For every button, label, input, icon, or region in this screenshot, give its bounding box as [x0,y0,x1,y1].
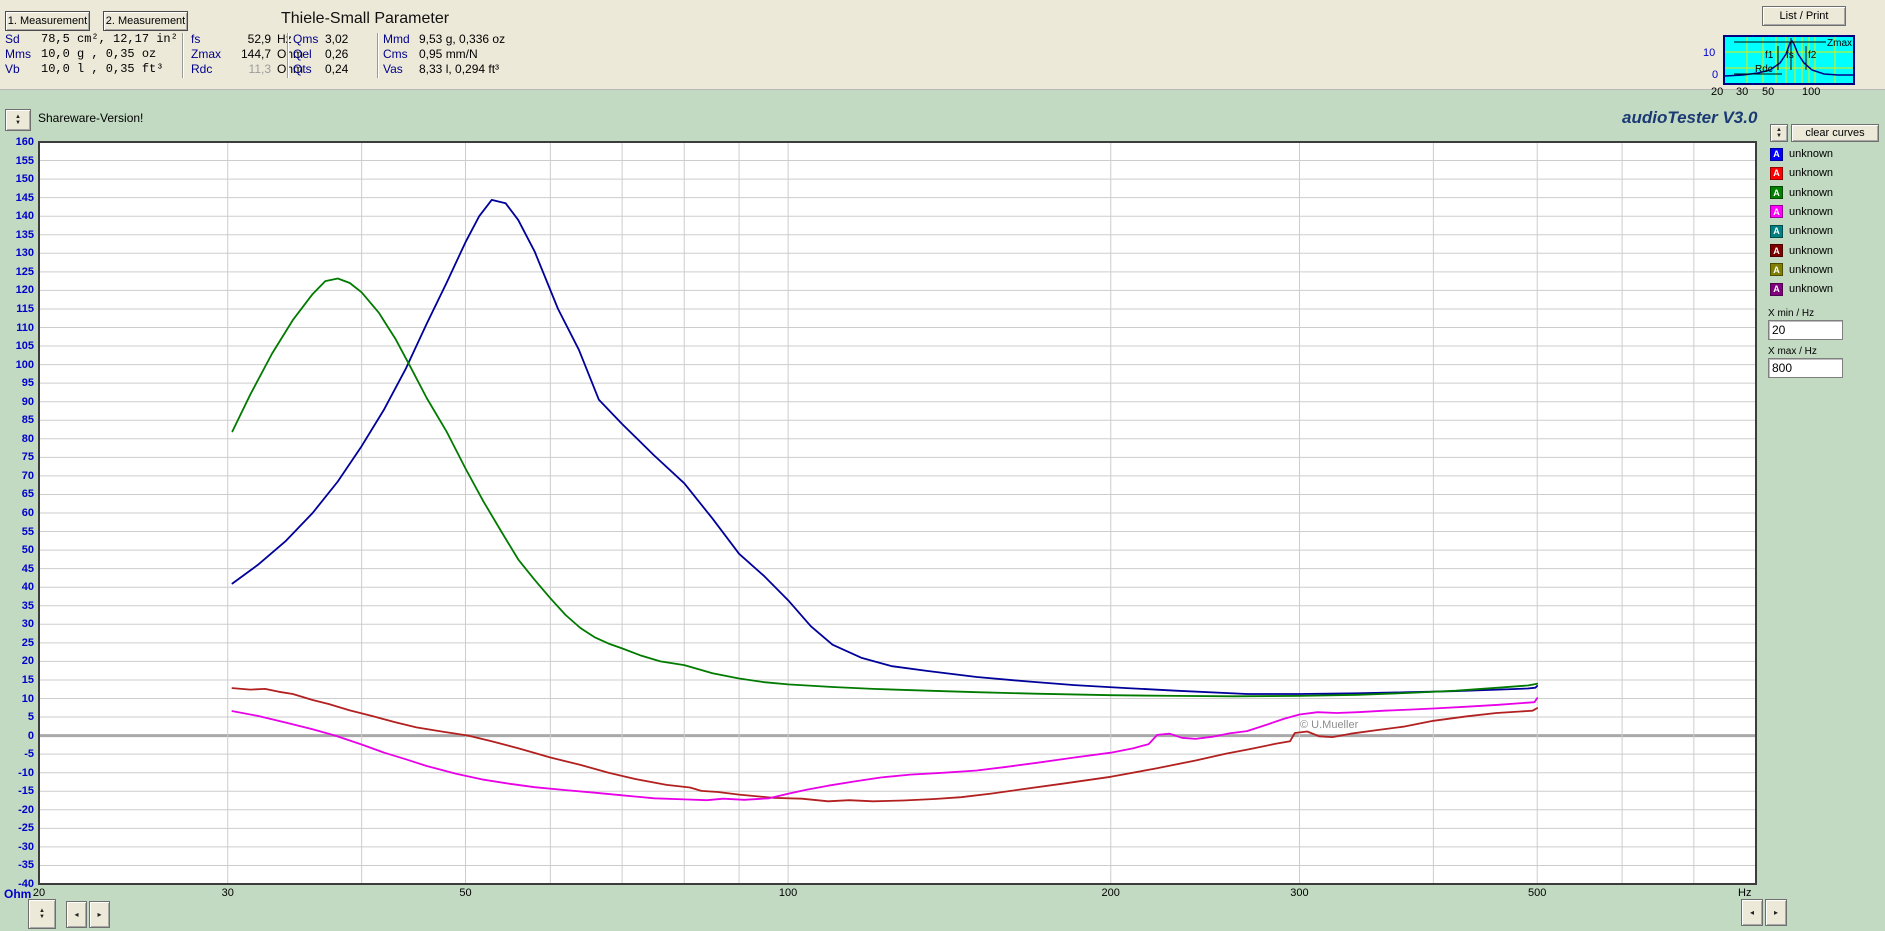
y-axis-label: 100 [15,358,34,371]
y-axis-label: 150 [15,173,34,186]
legend-item[interactable]: Aunknown [1770,185,1833,201]
spinner-down-icon[interactable]: ▼ [39,914,45,920]
y-axis-label: 55 [21,525,34,538]
copyright-note: © U.Mueller [1300,719,1359,731]
xmin-input[interactable] [1768,320,1843,340]
legend-label: unknown [1789,186,1834,199]
clear-curves-button[interactable]: clear curves [1791,124,1879,142]
scroll-right-button-right[interactable]: ▸ [1765,899,1787,926]
scroll-left-button-right[interactable]: ◂ [1741,899,1763,926]
y-axis-label: 75 [21,451,34,464]
x-axis-label: 30 [221,887,234,899]
y-axis-label: -15 [18,785,34,798]
legend-label: unknown [1789,244,1834,257]
curve-color-icon: A [1770,224,1783,238]
arrow-left-icon: ◂ [74,909,79,919]
y-axis-label: -5 [24,748,34,761]
x-axis-unit-label: Hz [1738,887,1752,899]
xmax-label: X max / Hz [1768,346,1817,357]
y-axis-label: 65 [21,488,34,501]
scroll-left-button[interactable]: ◂ [66,901,87,928]
y-axis-label: 35 [21,599,34,612]
y-axis-label: 90 [21,395,34,408]
y-axis-label: -35 [18,859,34,872]
y-axis-label: 125 [15,265,34,278]
scroll-right-button[interactable]: ▸ [89,901,110,928]
curve-color-icon: A [1770,186,1783,200]
legend-label: unknown [1789,205,1834,218]
y-axis-label: 140 [15,210,34,223]
x-axis-label: 300 [1290,887,1309,899]
legend-label: unknown [1789,263,1834,276]
y-axis-label: 5 [27,711,34,724]
y-axis-label: 130 [15,247,34,260]
y-axis-label: 105 [15,340,34,353]
y-axis-label: 120 [15,284,34,297]
y-offset-spinner[interactable]: ▲ ▼ [28,899,56,929]
xmin-label: X min / Hz [1768,308,1815,319]
legend-item[interactable]: Aunknown [1770,262,1833,278]
y-axis-label: 115 [16,302,34,315]
legend-label: unknown [1789,225,1834,238]
y-axis-label: -20 [18,803,34,816]
arrow-right-icon: ▸ [97,909,102,919]
y-axis-label: 85 [21,414,34,427]
y-axis-label: 155 [15,154,34,167]
legend-label: unknown [1789,167,1834,180]
legend-item[interactable]: Aunknown [1770,281,1833,297]
y-axis-label: -25 [18,822,34,835]
legend-item[interactable]: Aunknown [1770,165,1833,181]
curve-color-icon: A [1770,166,1783,180]
y-axis-label: 45 [21,562,34,575]
y-axis-label: -30 [18,840,34,853]
curve-color-icon: A [1770,263,1783,277]
y-axis-label: 135 [15,228,34,241]
legend-item[interactable]: Aunknown [1770,243,1833,259]
xmax-input[interactable] [1768,358,1843,378]
curve-color-icon: A [1770,282,1783,296]
legend-label: unknown [1789,148,1834,160]
x-axis-label: 50 [459,887,472,899]
y-axis-label: 110 [16,321,34,334]
y-axis-label: 20 [21,655,34,668]
arrow-left-icon: ◂ [1749,907,1754,917]
x-axis-label: 200 [1101,887,1120,899]
curve-color-icon: A [1770,147,1783,161]
y-axis-label: -10 [18,766,34,779]
y-axis-label: 160 [15,136,34,148]
y-axis-label: 30 [21,618,34,631]
impedance-chart [38,141,1757,885]
y-axis-label: 145 [15,191,34,204]
y-axis-label: 70 [21,469,34,482]
legend-item[interactable]: Aunknown [1770,223,1833,239]
y-axis-label: 60 [21,507,34,519]
y-axis-label: 25 [21,636,34,649]
y-axis-label: 95 [21,377,34,390]
y-axis-label: 0 [27,729,34,742]
x-axis-label: 100 [778,887,798,899]
curve-color-icon: A [1770,244,1783,257]
spinner-down-icon[interactable]: ▼ [1776,133,1782,139]
arrow-right-icon: ▸ [1773,907,1778,917]
y-axis-label: 80 [21,432,34,445]
legend-spinner[interactable]: ▲ ▼ [1770,124,1788,142]
legend-item[interactable]: Aunknown [1770,204,1833,220]
y-axis-label: 10 [21,692,34,705]
curve-color-icon: A [1770,205,1783,219]
legend-item[interactable]: Aunknown [1770,146,1833,162]
y-axis-label: 15 [21,673,34,686]
legend-label: unknown [1789,283,1834,296]
x-axis-label: 500 [1528,887,1547,899]
y-axis-label: 50 [21,544,34,557]
y-axis-label: 40 [21,581,34,594]
